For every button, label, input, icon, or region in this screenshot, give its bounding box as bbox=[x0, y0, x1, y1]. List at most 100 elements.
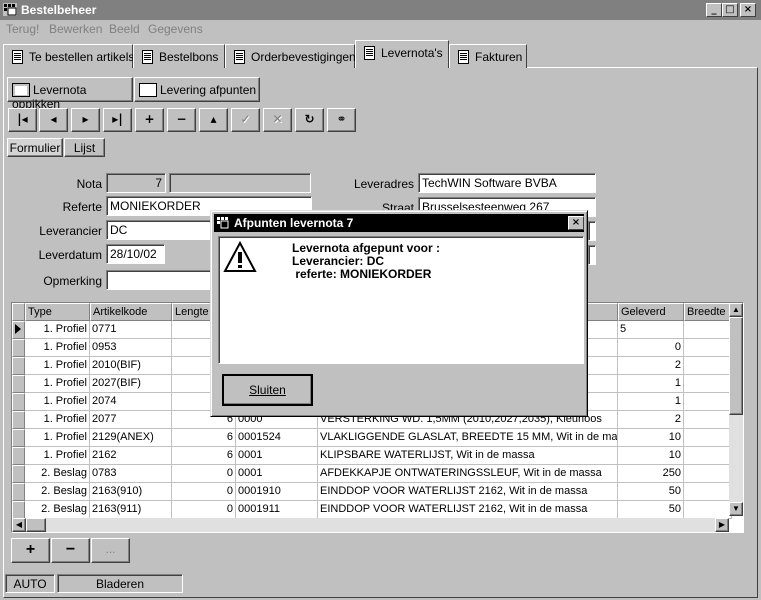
row-header[interactable] bbox=[12, 357, 25, 375]
grid-cell-geleverd[interactable]: 50 bbox=[618, 483, 684, 501]
row-header[interactable] bbox=[12, 501, 25, 519]
grid-cell-omschrijving[interactable]: EINDDOP VOOR WATERLIJST 2162, Wit in de … bbox=[318, 501, 618, 519]
opmerking-field[interactable] bbox=[106, 270, 212, 290]
menu-terug[interactable]: Terug! bbox=[6, 22, 39, 36]
grid-cell-omschrijving[interactable]: VLAKLIGGENDE GLASLAT, BREEDTE 15 MM, Wit… bbox=[318, 429, 618, 447]
grid-cell-lengte[interactable]: 0 bbox=[172, 465, 236, 483]
grid-cell-breedte[interactable] bbox=[684, 447, 732, 465]
maximize-icon[interactable]: □ bbox=[722, 3, 738, 17]
sluiten-button[interactable]: Sluiten bbox=[222, 374, 313, 406]
grid-cell-kode[interactable]: 2129(ANEX) bbox=[90, 429, 172, 447]
tab-orderbevestigingen[interactable]: Orderbevestigingen bbox=[225, 44, 356, 68]
edit-record-button[interactable]: ▴ bbox=[199, 108, 228, 132]
minimize-icon[interactable]: _ bbox=[706, 3, 722, 17]
grid-cell-type[interactable]: 1. Profiel bbox=[25, 411, 90, 429]
grid-cell-breedte[interactable] bbox=[684, 465, 732, 483]
menu-gegevens[interactable]: Gegevens bbox=[148, 22, 203, 36]
grid-cell-lengte[interactable]: 6 bbox=[172, 429, 236, 447]
dialog-close-icon[interactable]: × bbox=[568, 216, 584, 230]
grid-cell-breedte[interactable] bbox=[684, 339, 732, 357]
grid-cell-kode[interactable]: 0771 bbox=[90, 321, 172, 339]
last-record-button[interactable]: ▸| bbox=[103, 108, 132, 132]
grid-cell-type[interactable]: 2. Beslag bbox=[25, 501, 90, 519]
row-header[interactable] bbox=[12, 411, 25, 429]
add-record-button[interactable]: + bbox=[135, 108, 164, 132]
menu-bewerken[interactable]: Bewerken bbox=[49, 22, 102, 36]
post-record-button[interactable]: ✓ bbox=[231, 108, 260, 132]
row-header[interactable] bbox=[12, 483, 25, 501]
grid-cell-kode[interactable]: 2163(910) bbox=[90, 483, 172, 501]
grid-cell-lengte[interactable]: 6 bbox=[172, 447, 236, 465]
grid-cell-breedte[interactable] bbox=[684, 411, 732, 429]
scroll-up-icon[interactable]: ▲ bbox=[729, 303, 743, 317]
grid-cell-type[interactable]: 2. Beslag bbox=[25, 483, 90, 501]
delete-record-button[interactable]: − bbox=[167, 108, 196, 132]
row-header[interactable] bbox=[12, 321, 25, 339]
more-button[interactable]: ... bbox=[91, 538, 130, 563]
address-field-3[interactable] bbox=[588, 245, 596, 265]
grid-cell-geleverd[interactable]: 1 bbox=[618, 375, 684, 393]
grid-cell-geleverd[interactable]: 50 bbox=[618, 501, 684, 519]
grid-cell-kode[interactable]: 2027(BIF) bbox=[90, 375, 172, 393]
grid-cell-breedte[interactable] bbox=[684, 393, 732, 411]
grid-cell-geleverd[interactable]: 10 bbox=[618, 447, 684, 465]
grid-cell-code[interactable]: 0001 bbox=[236, 447, 318, 465]
row-header[interactable] bbox=[12, 429, 25, 447]
levernota-oppikken-button[interactable]: Levernota oppikken bbox=[7, 77, 133, 111]
scroll-left-icon[interactable]: ◀ bbox=[12, 518, 26, 532]
grid-cell-type[interactable]: 1. Profiel bbox=[25, 375, 90, 393]
grid-cell-code[interactable]: 0001 bbox=[236, 465, 318, 483]
grid-cell-omschrijving[interactable]: KLIPSBARE WATERLIJST, Wit in de massa bbox=[318, 447, 618, 465]
grid-cell-type[interactable]: 1. Profiel bbox=[25, 321, 90, 339]
grid-cell-type[interactable]: 2. Beslag bbox=[25, 465, 90, 483]
grid-cell-kode[interactable]: 2074 bbox=[90, 393, 172, 411]
column-header-breedte[interactable]: Breedte bbox=[684, 303, 732, 321]
grid-cell-breedte[interactable] bbox=[684, 501, 732, 519]
row-header[interactable] bbox=[12, 375, 25, 393]
grid-cell-type[interactable]: 1. Profiel bbox=[25, 339, 90, 357]
row-header[interactable] bbox=[12, 393, 25, 411]
grid-cell-kode[interactable]: 0783 bbox=[90, 465, 172, 483]
row-header[interactable] bbox=[12, 339, 25, 357]
levering-afpunten-button[interactable]: Levering afpunten bbox=[134, 77, 260, 102]
scroll-thumb[interactable] bbox=[729, 317, 743, 415]
grid-cell-geleverd[interactable]: 2 bbox=[618, 357, 684, 375]
menu-beeld[interactable]: Beeld bbox=[109, 22, 140, 36]
close-icon[interactable]: × bbox=[740, 3, 756, 17]
grid-cell-code[interactable]: 0001910 bbox=[236, 483, 318, 501]
row-header[interactable] bbox=[12, 465, 25, 483]
grid-cell-type[interactable]: 1. Profiel bbox=[25, 393, 90, 411]
grid-cell-lengte[interactable]: 0 bbox=[172, 483, 236, 501]
address-field-2[interactable] bbox=[588, 221, 596, 241]
leveradres-field[interactable]: TechWIN Software BVBA bbox=[418, 173, 596, 193]
grid-cell-breedte[interactable] bbox=[684, 321, 732, 339]
tab-fakturen[interactable]: Fakturen bbox=[449, 44, 527, 68]
grid-cell-geleverd[interactable]: 2 bbox=[618, 411, 684, 429]
formulier-view-button[interactable]: Formulier bbox=[7, 138, 63, 157]
grid-cell-code[interactable]: 0001911 bbox=[236, 501, 318, 519]
tab-te-bestellen-artikels[interactable]: Te bestellen artikels bbox=[3, 44, 134, 68]
leverdatum-field[interactable]: 28/10/02 bbox=[106, 244, 165, 264]
grid-cell-geleverd[interactable]: 1 bbox=[618, 393, 684, 411]
grid-cell-type[interactable]: 1. Profiel bbox=[25, 357, 90, 375]
grid-cell-geleverd[interactable]: 0 bbox=[618, 339, 684, 357]
refresh-button[interactable]: ↻ bbox=[295, 108, 324, 132]
next-record-button[interactable]: ▸ bbox=[71, 108, 100, 132]
grid-cell-lengte[interactable]: 0 bbox=[172, 501, 236, 519]
grid-cell-code[interactable]: 0001524 bbox=[236, 429, 318, 447]
lijst-view-button[interactable]: Lijst bbox=[64, 138, 105, 157]
nota-field[interactable]: 7 bbox=[106, 173, 166, 193]
column-header-artikelkode[interactable]: Artikelkode bbox=[90, 303, 172, 321]
grid-cell-kode[interactable]: 2010(BIF) bbox=[90, 357, 172, 375]
grid-cell-geleverd[interactable]: 250 bbox=[618, 465, 684, 483]
grid-cell-kode[interactable]: 2162 bbox=[90, 447, 172, 465]
scroll-right-icon[interactable]: ▶ bbox=[715, 518, 729, 532]
tab-levernotas[interactable]: Levernota's bbox=[355, 40, 449, 68]
find-button[interactable]: ⚭ bbox=[327, 108, 356, 132]
horizontal-scrollbar[interactable]: ◀ ▶ bbox=[12, 518, 729, 532]
vertical-scrollbar[interactable]: ▲ ▼ bbox=[729, 303, 743, 516]
grid-cell-omschrijving[interactable]: EINDDOP VOOR WATERLIJST 2162, Wit in de … bbox=[318, 483, 618, 501]
grid-cell-breedte[interactable] bbox=[684, 483, 732, 501]
column-header-geleverd[interactable]: Geleverd bbox=[618, 303, 684, 321]
grid-cell-kode[interactable]: 2163(911) bbox=[90, 501, 172, 519]
